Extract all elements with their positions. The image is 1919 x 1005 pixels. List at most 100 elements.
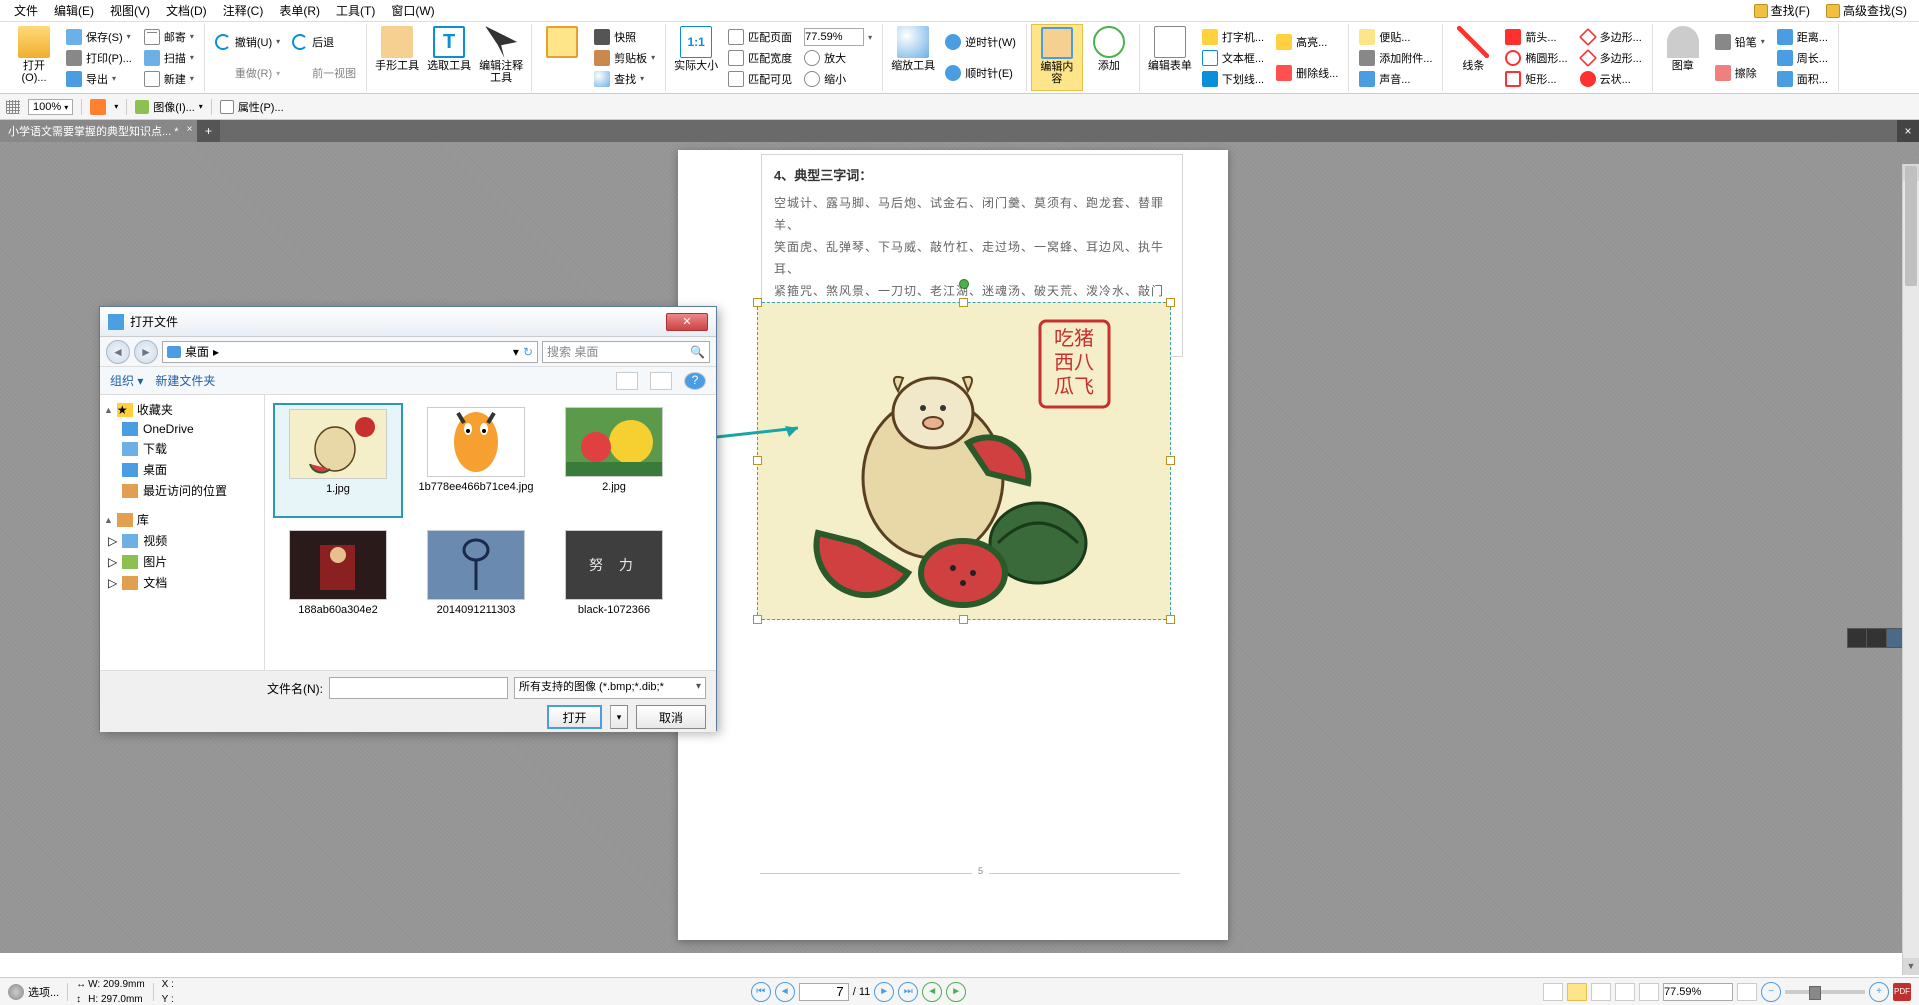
options-button[interactable]: 选项... (8, 984, 59, 1000)
attach-button[interactable]: 添加附件... (1355, 48, 1436, 68)
tree-recent[interactable]: 最近访问的位置 (100, 480, 264, 501)
resize-handle-tl[interactable] (753, 298, 762, 307)
search-icon[interactable]: 🔍 (690, 345, 705, 359)
file-item-2[interactable]: 1b778ee466b71ce4.jpg (411, 403, 541, 518)
find-button[interactable]: 查找▾ (590, 69, 659, 89)
arrow-button[interactable]: 箭头... (1501, 27, 1571, 47)
help-button[interactable]: ? (684, 372, 706, 390)
fit-page-button[interactable]: 匹配页面 (724, 27, 796, 47)
tab-add-button[interactable]: + (198, 120, 220, 142)
cancel-button[interactable]: 取消 (636, 705, 706, 729)
annotation-tool[interactable] (536, 24, 588, 91)
open-button[interactable]: 打开(O)... (8, 24, 60, 91)
quick-tool-1[interactable] (1848, 629, 1867, 647)
menu-window[interactable]: 窗口(W) (383, 0, 442, 21)
strike-button[interactable]: 删除线... (1272, 63, 1342, 83)
menu-document[interactable]: 文档(D) (158, 0, 215, 21)
fit-page-status-button[interactable] (1737, 983, 1757, 1001)
select-tool[interactable]: T选取工具 (423, 24, 475, 91)
zoom-in-status-button[interactable]: + (1869, 982, 1889, 1002)
next-page-button[interactable]: ► (874, 982, 894, 1002)
snapshot-button[interactable]: 快照 (590, 27, 659, 47)
file-filter-select[interactable]: 所有支持的图像 (*.bmp;*.dib;* (514, 677, 706, 699)
new-button[interactable]: 新建▾ (140, 69, 198, 89)
hand-tool[interactable]: 手形工具 (371, 24, 423, 91)
path-dropdown[interactable]: ▸ (213, 345, 219, 359)
resize-handle-br[interactable] (1166, 615, 1175, 624)
properties-button[interactable]: 属性(P)... (220, 99, 284, 115)
nav-back-button[interactable]: ◄ (106, 340, 130, 364)
zoom-out-button[interactable]: 缩小 (800, 69, 876, 89)
tab-close-icon[interactable]: × (187, 124, 193, 135)
zoom-tool-button[interactable]: 缩放工具 (887, 24, 939, 91)
page-input[interactable] (799, 983, 849, 1001)
highlight-button[interactable]: 高亮... (1272, 32, 1342, 52)
rotate-cw-button[interactable]: 顺时针(E) (941, 63, 1020, 83)
file-item-6[interactable]: 努 力 black-1072366 (549, 526, 679, 641)
vertical-scrollbar[interactable]: ▲ ▼ (1902, 164, 1919, 975)
path-segment[interactable]: 桌面 (185, 343, 209, 360)
dialog-titlebar[interactable]: 打开文件 ✕ (100, 307, 716, 337)
first-page-button[interactable]: ⏮ (751, 982, 771, 1002)
view-rotate-button[interactable] (1639, 983, 1659, 1001)
note-button[interactable]: 便贴... (1355, 27, 1436, 47)
prop-zoom[interactable]: 100% ▾ (28, 99, 73, 115)
menu-comment[interactable]: 注释(C) (215, 0, 272, 21)
clipboard-button[interactable]: 剪贴板▾ (590, 48, 659, 68)
menu-find[interactable]: 查找(F) (1748, 0, 1816, 21)
fit-visible-button[interactable]: 匹配可见 (724, 69, 796, 89)
resize-handle-bc[interactable] (959, 615, 968, 624)
signature-button[interactable]: 图章 (1657, 24, 1709, 91)
nav-back-button[interactable]: ◄ (922, 982, 942, 1002)
resize-handle-tr[interactable] (1166, 298, 1175, 307)
edit-content-button[interactable]: 编辑内容 (1031, 24, 1083, 91)
pencil-button[interactable]: 铅笔▾ (1711, 32, 1769, 52)
new-folder-button[interactable]: 新建文件夹 (155, 372, 215, 389)
resize-handle-tc[interactable] (959, 298, 968, 307)
preview-pane-button[interactable] (650, 372, 672, 390)
organize-button[interactable]: 组织 ▾ (110, 372, 143, 389)
nav-fwd-button[interactable]: ► (946, 982, 966, 1002)
zoom-out-status-button[interactable]: − (1761, 982, 1781, 1002)
resize-handle-ml[interactable] (753, 456, 762, 465)
perimeter-button[interactable]: 周长... (1773, 48, 1832, 68)
mail-button[interactable]: 邮寄▾ (140, 27, 198, 47)
rect-button[interactable]: 矩形... (1501, 69, 1571, 89)
redo-button[interactable]: 重做(R)▾ (211, 63, 284, 83)
resize-handle-bl[interactable] (753, 615, 762, 624)
tree-favorites[interactable]: ▲★收藏夹 (100, 399, 264, 420)
lines-button[interactable]: 线条 (1447, 24, 1499, 91)
distance-button[interactable]: 距离... (1773, 27, 1832, 47)
export-button[interactable]: 导出▾ (62, 69, 136, 89)
view-facing-button[interactable] (1591, 983, 1611, 1001)
nav-forward-button[interactable]: ► (134, 340, 158, 364)
tab-close-all-button[interactable]: × (1897, 120, 1919, 142)
document-tab[interactable]: 小学语文需要掌握的典型知识点... * × (0, 120, 198, 142)
cloud-button[interactable]: 云状... (1576, 69, 1646, 89)
quick-tools[interactable] (1847, 628, 1907, 648)
fit-width-button[interactable]: 匹配宽度 (724, 48, 796, 68)
color-swatch[interactable] (90, 99, 106, 115)
prev-view-button[interactable]: 前一视图 (288, 63, 360, 83)
scroll-thumb[interactable] (1905, 166, 1917, 286)
file-item-5[interactable]: 2014091211303 (411, 526, 541, 641)
ellipse-button[interactable]: 椭圆形... (1501, 48, 1571, 68)
open-dropdown[interactable]: ▾ (610, 705, 628, 729)
dialog-close-button[interactable]: ✕ (666, 313, 708, 331)
undo-button[interactable]: 撤销(U)▾ (211, 32, 284, 52)
image-button[interactable]: 图像(I)...▾ (135, 99, 203, 115)
tree-video[interactable]: ▷视频 (100, 530, 264, 551)
typewriter-button[interactable]: 打字机... (1198, 27, 1268, 47)
selected-image[interactable]: 吃猪 西八 瓜飞 (757, 302, 1171, 620)
search-input[interactable]: 搜索 桌面 🔍 (542, 341, 710, 363)
grid-icon[interactable] (6, 100, 20, 114)
sound-button[interactable]: 声音... (1355, 69, 1436, 89)
edit-form-button[interactable]: 编辑表单 (1144, 24, 1196, 91)
tree-downloads[interactable]: 下载 (100, 438, 264, 459)
file-item-4[interactable]: 188ab60a304e2 (273, 526, 403, 641)
actual-size-button[interactable]: 1:1实际大小 (670, 24, 722, 91)
quick-tool-2[interactable] (1867, 629, 1886, 647)
view-continuous-button[interactable] (1567, 983, 1587, 1001)
eraser-button[interactable]: 擦除 (1711, 63, 1769, 83)
pdf-badge[interactable]: PDF (1893, 983, 1911, 1001)
